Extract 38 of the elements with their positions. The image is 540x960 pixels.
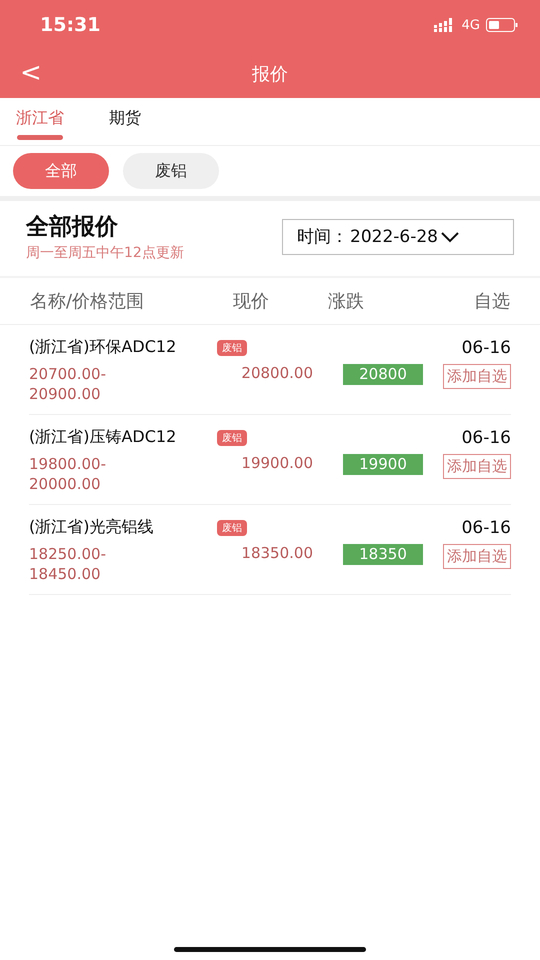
add-watchlist-button[interactable]: 添加自选 [443,454,511,479]
change-badge: 19900 [343,454,423,475]
page-title: 报价 [252,63,288,86]
filter-chip[interactable]: 废铝 [123,153,219,189]
category-tag: 废铝 [217,520,247,536]
network-label: 4G [462,18,480,32]
battery-icon [486,18,518,32]
product-name: (浙江省)光亮铝线 [29,517,154,538]
current-price: 19900.00 [241,454,313,472]
product-name: (浙江省)环保ADC12 [29,337,178,358]
column-header: 现价 [232,290,269,313]
current-price: 20800.00 [241,364,313,382]
category-tag: 废铝 [217,340,247,356]
price-range: 19800.00- 20000.00 [29,454,107,494]
region-tab[interactable]: 期货 [102,98,148,145]
column-header: 自选 [474,290,510,313]
filter-chip[interactable]: 全部 [13,153,109,189]
product-name: (浙江省)压铸ADC12 [29,427,178,448]
quote-date: 06-16 [462,338,511,358]
price-range: 18250.00- 18450.00 [29,544,107,584]
update-note: 周一至周五中午12点更新 [26,244,184,262]
change-badge: 18350 [343,544,423,565]
back-button[interactable]: < [16,58,46,88]
add-watchlist-button[interactable]: 添加自选 [443,544,511,569]
price-range: 20700.00- 20900.00 [29,364,107,404]
column-header: 涨跌 [327,290,364,313]
quote-date: 06-16 [462,518,511,538]
chevron-down-icon [440,230,460,242]
section-title: 全部报价 [26,213,119,242]
status-time: 15:31 [40,14,100,36]
current-price: 18350.00 [241,544,313,562]
date-dropdown[interactable]: 时间：2022-6-28 [282,218,514,254]
column-header: 名称/价格范围 [30,290,146,313]
category-tag: 废铝 [217,430,247,446]
region-tab[interactable]: 浙江省 [16,98,64,145]
change-badge: 20800 [343,364,423,385]
quote-date: 06-16 [462,428,511,448]
add-watchlist-button[interactable]: 添加自选 [443,364,511,389]
